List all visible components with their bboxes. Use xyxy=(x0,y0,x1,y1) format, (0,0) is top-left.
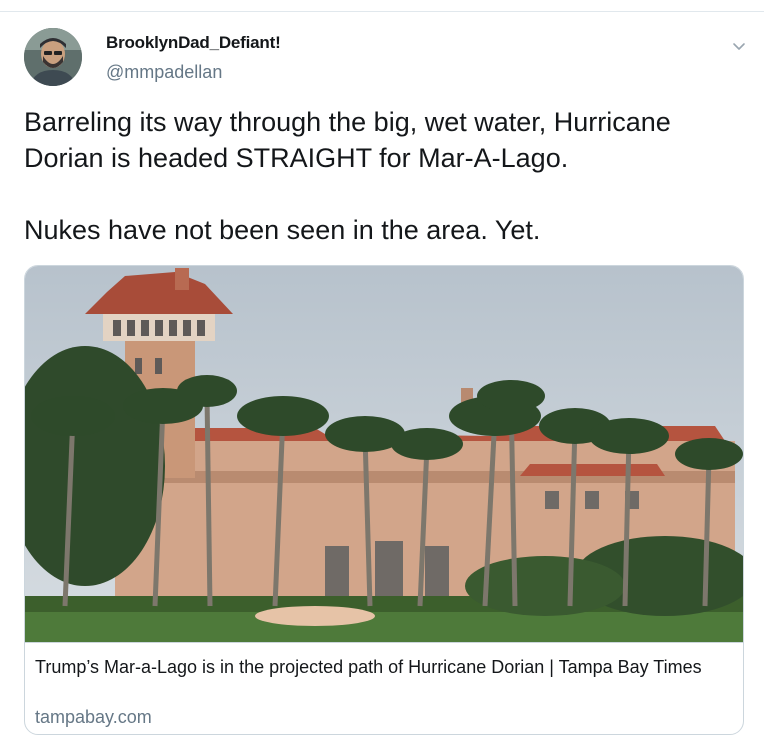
avatar[interactable] xyxy=(24,28,82,86)
tweet-text: Barreling its way through the big, wet w… xyxy=(24,107,671,245)
user-handle[interactable]: @mmpadellan xyxy=(106,62,222,83)
card-domain[interactable]: tampabay.com xyxy=(35,707,152,728)
display-name[interactable]: BrooklynDad_Defiant! xyxy=(106,33,281,53)
card-meta[interactable]: Trump’s Mar-a-Lago is in the projected p… xyxy=(25,642,743,734)
card-title[interactable]: Trump’s Mar-a-Lago is in the projected p… xyxy=(35,655,725,680)
avatar-image xyxy=(24,28,82,86)
chevron-down-icon[interactable] xyxy=(731,38,747,54)
link-card[interactable]: Trump’s Mar-a-Lago is in the projected p… xyxy=(24,265,744,735)
card-image xyxy=(25,266,743,642)
top-divider xyxy=(0,11,764,12)
